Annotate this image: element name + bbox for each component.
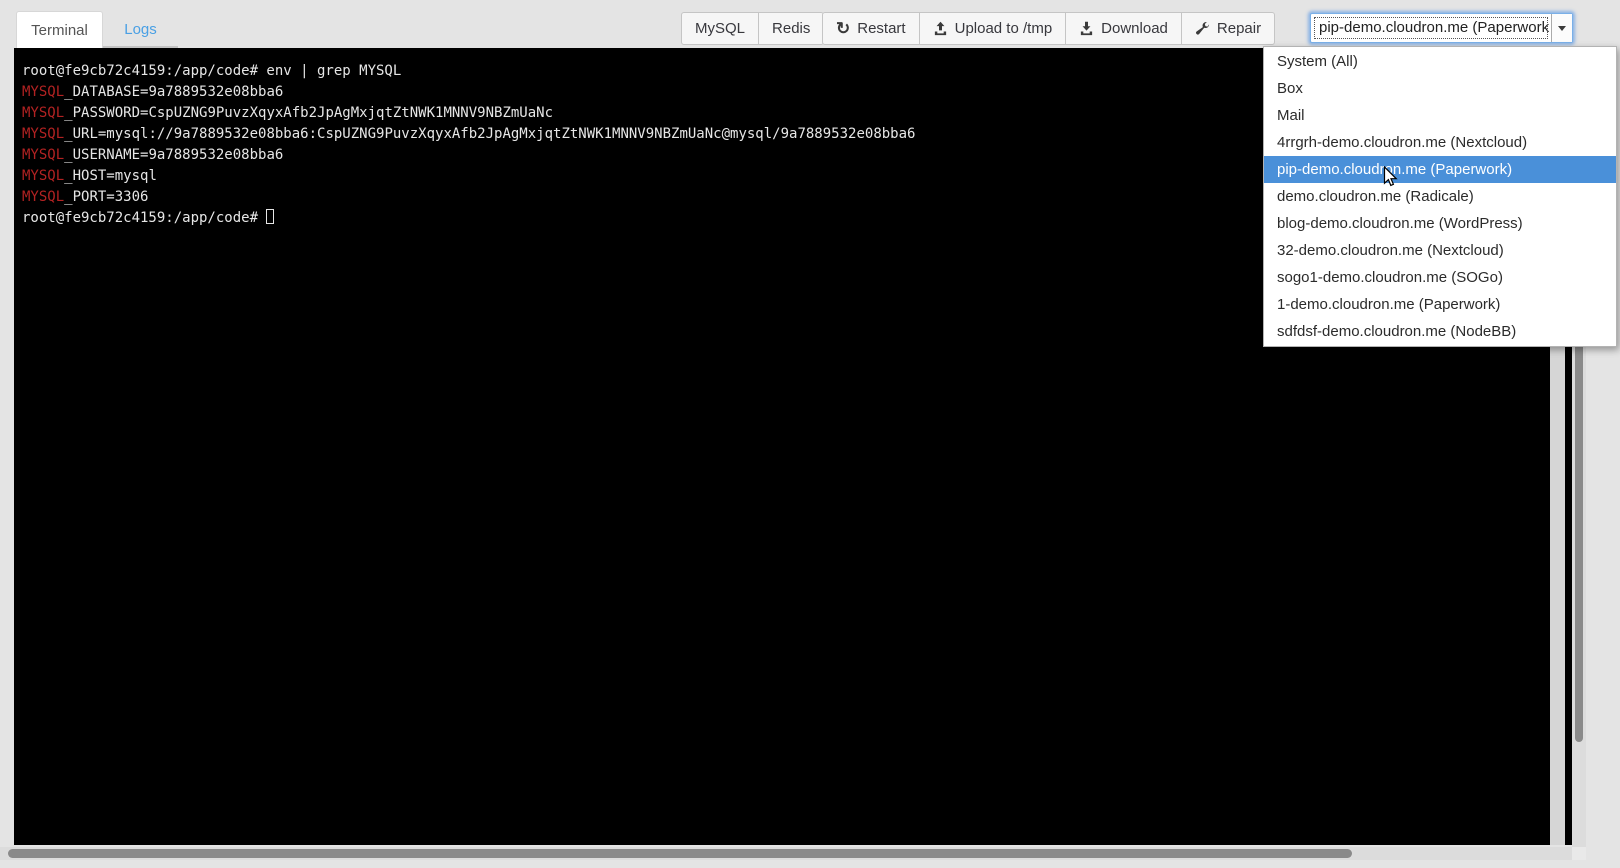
app-option[interactable]: 4rrgrh-demo.cloudron.me (Nextcloud) (1264, 129, 1616, 156)
app-option[interactable]: 32-demo.cloudron.me (Nextcloud) (1264, 237, 1616, 264)
app-selector-arrow-button[interactable] (1551, 14, 1572, 42)
grep-match-text: MYSQL (22, 105, 64, 121)
app-option[interactable]: pip-demo.cloudron.me (Paperwork) (1264, 156, 1616, 183)
app-option[interactable]: demo.cloudron.me (Radicale) (1264, 183, 1616, 210)
redis-button[interactable]: Redis (758, 12, 824, 45)
repair-button-label: Repair (1217, 20, 1261, 37)
terminal-text: _HOST=mysql (64, 168, 157, 184)
terminal-text: root@fe9cb72c4159:/app/code# env | grep … (22, 63, 401, 79)
grep-match-text: MYSQL (22, 84, 64, 100)
terminal-text: _USERNAME=9a7889532e08bba6 (64, 147, 283, 163)
tab-logs-label: Logs (124, 21, 157, 38)
terminal-text: _PASSWORD=CspUZNG9PuvzXqyxAfb2JpAgMxjqtZ… (64, 105, 553, 121)
mysql-button-label: MySQL (695, 20, 745, 37)
restart-button-label: Restart (857, 20, 905, 37)
grep-match-text: MYSQL (22, 168, 64, 184)
upload-icon (933, 21, 948, 36)
app-selector[interactable]: pip-demo.cloudron.me (Paperwork (1310, 13, 1573, 43)
horizontal-scrollbar-thumb[interactable] (8, 849, 1352, 858)
app-option[interactable]: sdfdsf-demo.cloudron.me (NodeBB) (1264, 318, 1616, 345)
app-option[interactable]: 1-demo.cloudron.me (Paperwork) (1264, 291, 1616, 318)
grep-match-text: MYSQL (22, 147, 64, 163)
terminal-text: _DATABASE=9a7889532e08bba6 (64, 84, 283, 100)
tab-logs[interactable]: Logs (103, 11, 178, 48)
terminal-text: _URL=mysql://9a7889532e08bba6:CspUZNG9Pu… (64, 126, 915, 142)
action-button-group: ↻ Restart Upload to /tmp Download Repair (822, 12, 1275, 45)
mysql-button[interactable]: MySQL (681, 12, 759, 45)
app-option[interactable]: blog-demo.cloudron.me (WordPress) (1264, 210, 1616, 237)
app-option[interactable]: sogo1-demo.cloudron.me (SOGo) (1264, 264, 1616, 291)
chevron-down-icon (1558, 26, 1566, 31)
terminal-text: _PORT=3306 (64, 189, 148, 205)
tab-terminal-label: Terminal (31, 22, 88, 39)
app-option[interactable]: System (All) (1264, 48, 1616, 75)
app-option[interactable]: Mail (1264, 102, 1616, 129)
restart-button[interactable]: ↻ Restart (822, 12, 920, 45)
database-button-group: MySQL Redis (681, 12, 824, 45)
terminal-text: root@fe9cb72c4159:/app/code# (22, 210, 266, 226)
restart-icon: ↻ (836, 20, 850, 37)
tab-terminal[interactable]: Terminal (16, 11, 103, 48)
repair-button[interactable]: Repair (1181, 12, 1275, 45)
horizontal-scrollbar[interactable] (0, 847, 1586, 860)
upload-button-label: Upload to /tmp (955, 20, 1053, 37)
download-icon (1079, 21, 1094, 36)
download-button-label: Download (1101, 20, 1168, 37)
download-button[interactable]: Download (1065, 12, 1182, 45)
scrollbar-corner (1572, 847, 1586, 860)
upload-button[interactable]: Upload to /tmp (919, 12, 1067, 45)
redis-button-label: Redis (772, 20, 810, 37)
wrench-icon (1195, 21, 1210, 36)
app-selector-value: pip-demo.cloudron.me (Paperwork (1311, 14, 1551, 42)
app-selector-dropdown: System (All)BoxMail4rrgrh-demo.cloudron.… (1263, 46, 1617, 347)
grep-match-text: MYSQL (22, 189, 64, 205)
grep-match-text: MYSQL (22, 126, 64, 142)
app-option[interactable]: Box (1264, 75, 1616, 102)
terminal-cursor (266, 209, 274, 224)
